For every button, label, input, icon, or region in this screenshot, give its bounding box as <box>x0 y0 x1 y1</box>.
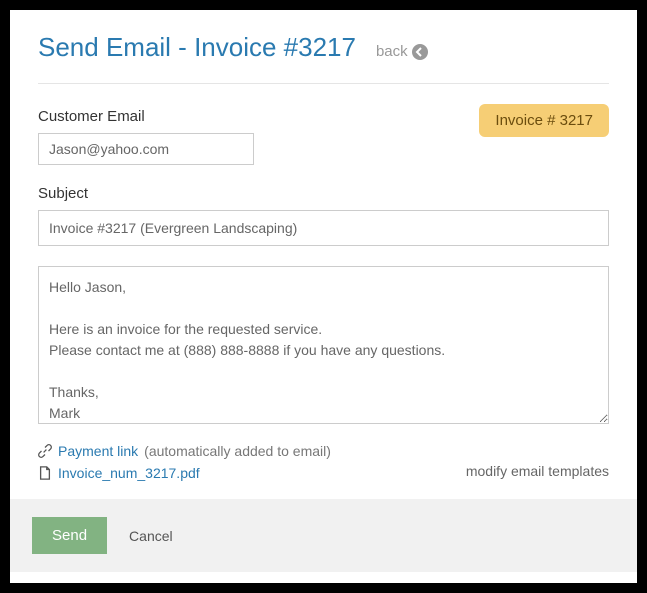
email-body-textarea[interactable] <box>38 266 609 424</box>
send-email-panel: Send Email - Invoice #3217 back Invoice … <box>10 10 637 583</box>
pdf-attachment-link[interactable]: Invoice_num_3217.pdf <box>58 465 200 481</box>
arrow-left-circle-icon <box>412 44 428 60</box>
invoice-badge: Invoice # 3217 <box>479 104 609 137</box>
header: Send Email - Invoice #3217 back <box>38 32 609 84</box>
subject-row: Subject <box>38 185 609 246</box>
pdf-line: Invoice_num_3217.pdf <box>38 465 331 481</box>
body-row <box>38 266 609 429</box>
payment-link-line: Payment link (automatically added to ema… <box>38 443 331 459</box>
attachment-links: Payment link (automatically added to ema… <box>38 443 331 481</box>
link-icon <box>38 444 52 458</box>
page-title: Send Email - Invoice #3217 <box>38 32 356 63</box>
cancel-link[interactable]: Cancel <box>129 528 173 544</box>
file-icon <box>38 466 52 480</box>
send-button[interactable]: Send <box>32 517 107 554</box>
links-row: Payment link (automatically added to ema… <box>38 443 609 481</box>
back-label: back <box>376 43 408 60</box>
back-link[interactable]: back <box>376 43 428 60</box>
modify-templates-link[interactable]: modify email templates <box>466 463 609 479</box>
payment-link[interactable]: Payment link <box>58 443 138 459</box>
footer: Send Cancel <box>10 499 637 572</box>
customer-email-input[interactable] <box>38 133 254 165</box>
email-row: Invoice # 3217 Customer Email <box>38 108 609 165</box>
subject-input[interactable] <box>38 210 609 246</box>
payment-link-note: (automatically added to email) <box>144 443 331 459</box>
subject-label: Subject <box>38 185 609 202</box>
